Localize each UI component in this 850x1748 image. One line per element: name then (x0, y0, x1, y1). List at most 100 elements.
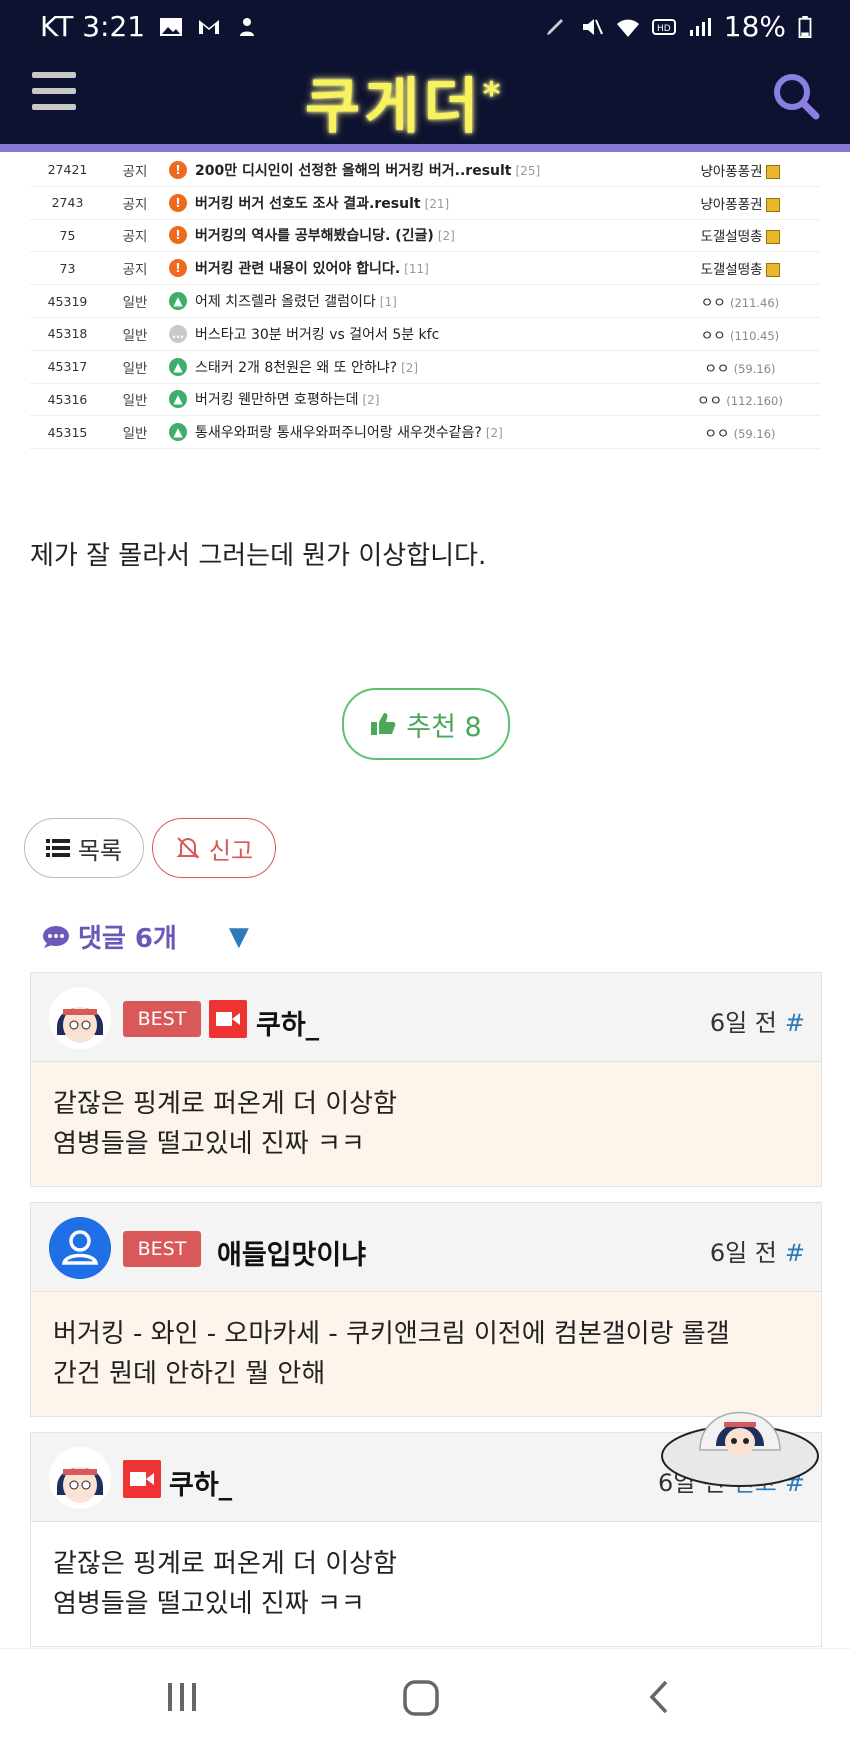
row-type: 일반 (122, 295, 148, 312)
gmail-icon (199, 19, 220, 34)
battery-text: 18% (723, 10, 786, 43)
row-title[interactable]: 200만 디시인이 선정한 올해의 버거킹 버거..result [25] (195, 160, 660, 180)
back-icon[interactable] (646, 1679, 672, 1715)
wifi-icon (616, 19, 639, 37)
list-button[interactable]: 목록 (24, 818, 144, 878)
row-title[interactable]: 버스타고 30분 버거킹 vs 걸어서 5분 kfc (195, 324, 660, 344)
row-comment-count: [21] (424, 196, 450, 211)
row-type: 일반 (122, 360, 148, 377)
comment-author[interactable]: 애들입맛이냐 (217, 1233, 366, 1272)
notice-icon: ! (169, 193, 187, 212)
board-row[interactable]: 73 공지! 버거킹 관련 내용이 있어야 합니다. [11] 도갤설떵총 (30, 252, 820, 286)
row-writer[interactable]: ㅇㅇ (112.160) (660, 389, 820, 409)
row-comment-count: [25] (515, 163, 541, 178)
row-comment-count: [2] (362, 393, 380, 408)
row-ip: (59.16) (733, 361, 776, 376)
svg-text:HD: HD (657, 24, 671, 34)
comment-anchor-link[interactable]: # (785, 1009, 805, 1037)
manager-badge-icon (765, 263, 780, 278)
notice-icon: ! (169, 259, 187, 278)
system-nav-bar (0, 1648, 850, 1748)
row-comment-count: [11] (404, 262, 429, 277)
list-icon (45, 839, 70, 857)
hd-icon: HD (651, 18, 676, 35)
board-row[interactable]: 45317 일반 ▲ 스태커 2개 8천원은 왜 또 안하냐? [2] ㅇㅇ (59.16… (30, 351, 820, 384)
row-title[interactable]: 스태커 2개 8천원은 왜 또 안하냐? [2] (195, 357, 660, 377)
like-button[interactable]: 추천 8 (342, 688, 510, 760)
row-title[interactable]: 버거킹 버거 선호도 조사 결과.result [21] (195, 193, 660, 213)
image-icon: ▲ (169, 357, 187, 376)
image-icon: ▲ (169, 423, 187, 442)
row-writer[interactable]: 도갤설떵총 (660, 225, 820, 245)
manager-badge-icon (765, 164, 780, 179)
best-badge: BEST (123, 1231, 201, 1267)
app-header: 쿠게더* (0, 52, 850, 152)
comments-count: 댓글 6개 (78, 924, 177, 954)
battery-icon (798, 15, 812, 38)
row-ip: (59.16) (733, 427, 776, 442)
row-comment-count: [2] (437, 229, 455, 244)
row-number: 73 (59, 260, 76, 276)
site-logo[interactable]: 쿠게더* (305, 58, 504, 145)
avatar (49, 987, 111, 1049)
row-ip: (112.160) (726, 394, 783, 409)
home-icon[interactable] (402, 1679, 440, 1717)
pen-icon (546, 18, 563, 35)
comment-time: 6일 전 # (709, 1239, 805, 1267)
notification-icon (240, 17, 255, 36)
row-writer[interactable]: ㅇㅇ (211.46) (660, 291, 820, 311)
row-ip: (110.45) (729, 328, 780, 343)
comment-anchor-link[interactable]: # (785, 1239, 805, 1267)
board-row[interactable]: 45319 일반 ▲ 어제 치즈렐라 올렸던 갤럼이다 [1] ㅇㅇ (211.46) (30, 285, 820, 318)
floating-ufo-button-icon[interactable] (660, 1384, 822, 1494)
collapse-toggle-icon[interactable]: ▼ (229, 922, 249, 952)
report-button[interactable]: 신고 (152, 818, 276, 878)
board-row[interactable]: 75 공지! 버거킹의 역사를 공부해봤습니당. (긴글) [2] 도갤설떵총 (30, 220, 820, 253)
row-title[interactable]: 통새우와퍼랑 통새우와퍼주니어랑 새우갯수같음? [2] (195, 422, 660, 442)
thumbs-up-icon (371, 713, 396, 735)
notice-icon: ! (169, 160, 187, 179)
board-row[interactable]: 2743 공지! 버거킹 버거 선호도 조사 결과.result [21] 냥아퐁퐁권 (30, 187, 820, 220)
carrier-time: KT 3:21 (40, 10, 146, 43)
row-type: 공지 (122, 229, 148, 246)
board-row[interactable]: 45315 일반 ▲ 통새우와퍼랑 통새우와퍼주니어랑 새우갯수같음? [2] ㅇㅇ (5… (30, 416, 820, 450)
recent-apps-icon[interactable] (164, 1679, 200, 1715)
comment-author[interactable]: 쿠하_ (169, 1463, 232, 1502)
bell-slash-icon (176, 837, 200, 859)
row-writer[interactable]: 냥아퐁퐁권 (660, 193, 820, 213)
menu-icon[interactable] (32, 72, 76, 112)
avatar (49, 1447, 111, 1509)
default-avatar-icon (49, 1217, 111, 1279)
chat-icon: … (169, 324, 187, 343)
row-writer[interactable]: ㅇㅇ (110.45) (660, 324, 820, 344)
row-title[interactable]: 버거킹 관련 내용이 있어야 합니다. [11] (195, 258, 660, 278)
row-comment-count: [2] (401, 360, 419, 375)
signal-icon (689, 17, 711, 36)
row-writer[interactable]: ㅇㅇ (59.16) (660, 422, 820, 442)
row-type: 공지 (122, 163, 148, 180)
row-comment-count: [1] (379, 295, 397, 310)
row-title[interactable]: 버거킹의 역사를 공부해봤습니당. (긴글) [2] (195, 225, 660, 245)
manager-badge-icon (765, 197, 780, 212)
board-row[interactable]: 27421 공지! 200만 디시인이 선정한 올해의 버거킹 버거..result… (30, 154, 820, 187)
row-writer[interactable]: 냥아퐁퐁권 (660, 160, 820, 180)
image-icon: ▲ (169, 390, 187, 409)
video-badge-icon (123, 1460, 161, 1498)
comment-body: 같잖은 핑계로 퍼온게 더 이상함 염병들을 떨고있네 진짜 ㅋㅋ (31, 1522, 821, 1646)
row-type: 공지 (122, 262, 148, 279)
row-title[interactable]: 버거킹 웬만하면 호평하는데 [2] (195, 389, 660, 409)
board-row[interactable]: 45316 일반 ▲ 버거킹 웬만하면 호평하는데 [2] ㅇㅇ (112.160) (30, 384, 820, 417)
comment-time: 6일 전 # (709, 1009, 805, 1037)
comment-item: BEST 쿠하_ 6일 전 # 같잖은 핑계로 퍼온게 더 이상함 염병들을 떨고… (30, 972, 822, 1187)
row-writer[interactable]: ㅇㅇ (59.16) (660, 357, 820, 377)
post-body-text: 제가 잘 몰라서 그러는데 뭔가 이상합니다. (30, 541, 487, 571)
row-number: 45319 (47, 293, 88, 309)
board-row[interactable]: 45318 일반 … 버스타고 30분 버거킹 vs 걸어서 5분 kfc ㅇㅇ (11… (30, 318, 820, 351)
row-title[interactable]: 어제 치즈렐라 올렸던 갤럼이다 [1] (195, 291, 660, 311)
row-writer[interactable]: 도갤설떵총 (660, 258, 820, 278)
comment-author[interactable]: 쿠하_ (256, 1003, 319, 1042)
comments-header: 댓글 6개 ▼ (42, 918, 249, 955)
search-icon[interactable] (770, 70, 822, 122)
row-type: 일반 (122, 426, 148, 443)
best-badge: BEST (123, 1001, 201, 1037)
